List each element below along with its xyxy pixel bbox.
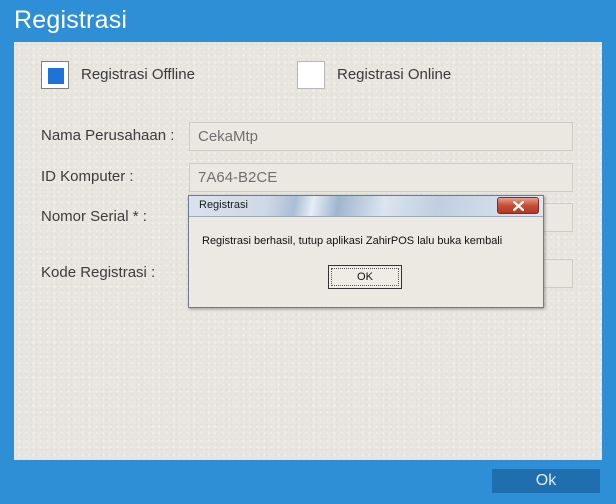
- online-radio[interactable]: [297, 61, 325, 89]
- registrasi-window: Registrasi Registrasi Offline Registrasi…: [0, 0, 616, 504]
- dialog-close-button[interactable]: [497, 197, 539, 214]
- computer-id-field[interactable]: 7A64-B2CE: [189, 163, 573, 192]
- dialog-ok-label: OK: [357, 271, 373, 283]
- company-name-field[interactable]: CekaMtp: [189, 122, 573, 151]
- dialog-ok-button[interactable]: OK: [328, 265, 402, 289]
- close-icon: [513, 201, 524, 211]
- message-dialog: Registrasi Registrasi berhasil, tutup ap…: [188, 195, 544, 308]
- registration-code-label: Kode Registrasi :: [41, 264, 156, 281]
- company-name-label: Nama Perusahaan :: [41, 127, 175, 144]
- dialog-message: Registrasi berhasil, tutup aplikasi Zahi…: [202, 235, 503, 247]
- computer-id-label: ID Komputer :: [41, 168, 134, 185]
- dialog-title: Registrasi: [199, 199, 248, 211]
- online-label[interactable]: Registrasi Online: [337, 66, 451, 83]
- dialog-titlebar[interactable]: Registrasi: [189, 196, 543, 217]
- ok-button[interactable]: Ok: [492, 469, 600, 493]
- offline-radio-indicator: [48, 68, 64, 84]
- offline-radio[interactable]: [41, 61, 69, 89]
- serial-number-label: Nomor Serial * :: [41, 208, 147, 225]
- offline-label[interactable]: Registrasi Offline: [81, 66, 195, 83]
- window-title: Registrasi: [14, 6, 128, 34]
